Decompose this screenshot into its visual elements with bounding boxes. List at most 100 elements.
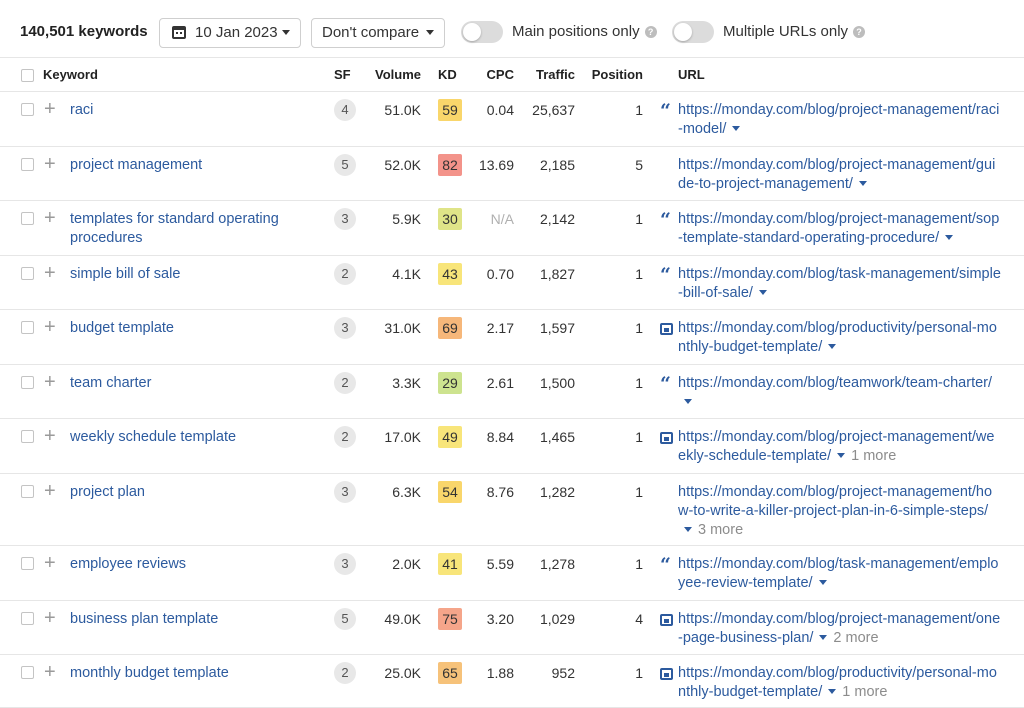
keyword-link[interactable]: budget template — [70, 319, 310, 338]
row-checkbox[interactable] — [21, 321, 34, 334]
url-link[interactable]: https://monday.com/blog/task-management/… — [678, 265, 1018, 303]
chevron-down-icon[interactable] — [945, 235, 954, 240]
url-link[interactable]: https://monday.com/blog/project-manageme… — [678, 101, 1018, 139]
keyword-link[interactable]: project management — [70, 156, 310, 175]
kd-badge: 49 — [438, 426, 462, 448]
sf-badge[interactable]: 4 — [334, 99, 356, 121]
row-checkbox[interactable] — [21, 666, 34, 679]
keyword-link[interactable]: project plan — [70, 483, 310, 502]
keyword-link[interactable]: business plan template — [70, 610, 310, 629]
table-row: + team charter 2 3.3K 29 2.61 1,500 1 “ https://m… — [0, 365, 1024, 419]
chevron-down-icon[interactable] — [758, 290, 767, 295]
column-position[interactable]: Position — [583, 67, 643, 82]
volume-value: 31.0K — [384, 320, 421, 336]
url-link[interactable]: https://monday.com/blog/project-manageme… — [678, 610, 1018, 648]
table-row: + business plan template 5 49.0K 75 3.20 1,029… — [0, 601, 1024, 655]
add-keyword-icon[interactable]: + — [44, 426, 56, 446]
multiple-urls-toggle[interactable] — [672, 21, 714, 43]
sf-badge[interactable]: 5 — [334, 608, 356, 630]
add-keyword-icon[interactable]: + — [44, 154, 56, 174]
main-positions-toggle[interactable] — [461, 21, 503, 43]
add-keyword-icon[interactable]: + — [44, 208, 56, 228]
chevron-down-icon[interactable] — [858, 181, 867, 186]
sf-badge[interactable]: 2 — [334, 426, 356, 448]
help-icon[interactable]: ? — [644, 26, 657, 38]
add-keyword-icon[interactable]: + — [44, 317, 56, 337]
column-url[interactable]: URL — [678, 67, 705, 82]
sf-badge[interactable]: 2 — [334, 662, 356, 684]
column-keyword[interactable]: Keyword — [43, 67, 98, 82]
keyword-link[interactable]: team charter — [70, 374, 310, 393]
url-link[interactable]: https://monday.com/blog/project-manageme… — [678, 156, 1018, 194]
column-traffic[interactable]: Traffic — [515, 67, 575, 82]
row-checkbox[interactable] — [21, 430, 34, 443]
more-urls-link[interactable]: 3 more — [698, 522, 743, 538]
traffic-value: 1,029 — [539, 611, 575, 627]
url-link[interactable]: https://monday.com/blog/project-manageme… — [678, 483, 1018, 540]
cpc-value: 0.04 — [486, 102, 514, 118]
chevron-down-icon[interactable] — [837, 453, 846, 458]
url-link[interactable]: https://monday.com/blog/productivity/per… — [678, 664, 1018, 702]
sf-badge[interactable]: 3 — [334, 317, 356, 339]
column-sf[interactable]: SF — [334, 67, 351, 82]
keyword-link[interactable]: weekly schedule template — [70, 428, 310, 447]
keyword-link[interactable]: templates for standard operating procedu… — [70, 210, 310, 248]
more-urls-link[interactable]: 1 more — [851, 448, 896, 464]
column-volume[interactable]: Volume — [355, 67, 421, 82]
row-checkbox[interactable] — [21, 103, 34, 116]
help-icon[interactable]: ? — [853, 26, 866, 38]
keyword-link[interactable]: monthly budget template — [70, 664, 310, 683]
row-checkbox[interactable] — [21, 557, 34, 570]
compare-dropdown[interactable]: Don't compare — [311, 18, 445, 48]
chevron-down-icon[interactable] — [828, 689, 837, 694]
chevron-down-icon[interactable] — [684, 399, 692, 404]
url-link[interactable]: https://monday.com/blog/task-management/… — [678, 555, 1018, 593]
position-value: 1 — [635, 484, 643, 500]
sf-badge[interactable]: 5 — [334, 154, 356, 176]
more-urls-link[interactable]: 1 more — [842, 684, 887, 700]
table-row: + monthly budget template 2 25.0K 65 1.88 952 1… — [0, 655, 1024, 708]
sf-badge[interactable]: 3 — [334, 208, 356, 230]
url-link[interactable]: https://monday.com/blog/teamwork/team-ch… — [678, 374, 1018, 412]
row-checkbox[interactable] — [21, 158, 34, 171]
add-keyword-icon[interactable]: + — [44, 481, 56, 501]
row-checkbox[interactable] — [21, 376, 34, 389]
row-checkbox[interactable] — [21, 485, 34, 498]
chevron-down-icon[interactable] — [818, 580, 827, 585]
chevron-down-icon[interactable] — [732, 126, 741, 131]
row-checkbox[interactable] — [21, 612, 34, 625]
date-dropdown[interactable]: 10 Jan 2023 — [159, 18, 301, 48]
keyword-link[interactable]: simple bill of sale — [70, 265, 310, 284]
url-link[interactable]: https://monday.com/blog/project-manageme… — [678, 428, 1018, 466]
quote-icon: “ — [660, 264, 671, 286]
sf-badge[interactable]: 2 — [334, 263, 356, 285]
chevron-down-icon[interactable] — [828, 344, 837, 349]
date-label: 10 Jan 2023 — [195, 24, 278, 41]
chevron-down-icon[interactable] — [684, 527, 692, 532]
multiple-urls-label: Multiple URLs only? — [723, 23, 866, 40]
table-row: + templates for standard operating proced… — [0, 201, 1024, 256]
cpc-value: 5.59 — [486, 556, 514, 572]
chevron-down-icon[interactable] — [819, 635, 828, 640]
add-keyword-icon[interactable]: + — [44, 99, 56, 119]
add-keyword-icon[interactable]: + — [44, 372, 56, 392]
select-all-checkbox[interactable] — [21, 69, 34, 82]
column-cpc[interactable]: CPC — [470, 67, 514, 82]
more-urls-link[interactable]: 2 more — [833, 630, 878, 646]
row-checkbox[interactable] — [21, 267, 34, 280]
url-link[interactable]: https://monday.com/blog/project-manageme… — [678, 210, 1018, 248]
sf-badge[interactable]: 2 — [334, 372, 356, 394]
url-link[interactable]: https://monday.com/blog/productivity/per… — [678, 319, 1018, 357]
traffic-value: 1,827 — [539, 266, 575, 282]
add-keyword-icon[interactable]: + — [44, 608, 56, 628]
main-positions-text: Main positions only — [512, 23, 640, 40]
add-keyword-icon[interactable]: + — [44, 263, 56, 283]
keyword-link[interactable]: employee reviews — [70, 555, 310, 574]
sf-badge[interactable]: 3 — [334, 553, 356, 575]
add-keyword-icon[interactable]: + — [44, 553, 56, 573]
column-kd[interactable]: KD — [438, 67, 457, 82]
keyword-link[interactable]: raci — [70, 101, 310, 120]
add-keyword-icon[interactable]: + — [44, 662, 56, 682]
sf-badge[interactable]: 3 — [334, 481, 356, 503]
row-checkbox[interactable] — [21, 212, 34, 225]
